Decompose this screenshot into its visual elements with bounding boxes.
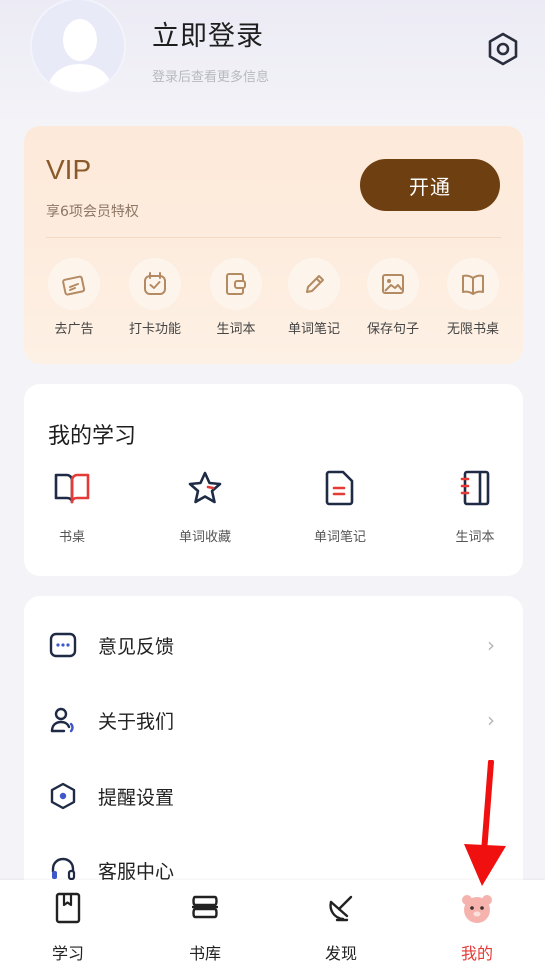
menu-label: 关于我们 [98, 710, 175, 733]
vip-card: VIP 享6项会员特权 开通 去广告 打卡功能 生词本 单词笔记 保存句子 无限… [24, 126, 523, 364]
perk-save-sentence[interactable]: 保存句子 [353, 258, 433, 337]
study-item-vocabulary[interactable]: 生词本 [420, 468, 530, 545]
pencil-icon [306, 275, 324, 293]
wallet-icon [226, 273, 246, 295]
tab-label: 我的 [460, 944, 493, 963]
study-label: 生词本 [455, 530, 495, 545]
perk-label: 生词本 [216, 322, 256, 337]
perk-label: 无限书桌 [446, 322, 499, 337]
login-title[interactable]: 立即登录 [152, 14, 264, 53]
chevron-right-icon: › [487, 708, 495, 732]
red-arrow-annotation [464, 760, 506, 886]
perk-word-notes[interactable]: 单词笔记 [274, 258, 354, 337]
hexagon-icon [50, 782, 76, 810]
star-icon [188, 471, 222, 504]
study-icon [55, 892, 81, 924]
perk-label: 保存句子 [366, 322, 419, 337]
perk-vocabulary[interactable]: 生词本 [196, 258, 276, 337]
tab-discover[interactable]: 发现 [301, 890, 381, 964]
tab-label: 学习 [51, 944, 84, 963]
study-title: 我的学习 [48, 424, 137, 449]
tab-library[interactable]: 书库 [165, 890, 245, 964]
vip-divider [46, 237, 501, 238]
bottom-tab-bar: 学习 书库 发现 我的 [0, 880, 545, 970]
vip-perks: 去广告 打卡功能 生词本 单词笔记 保存句子 无限书桌 [24, 258, 523, 348]
tab-label: 书库 [188, 944, 221, 963]
menu-label: 意见反馈 [98, 635, 175, 658]
checkin-icon [144, 272, 166, 295]
perk-label: 单词笔记 [287, 322, 340, 337]
study-item-desk[interactable]: 书桌 [17, 468, 127, 545]
avatar-silhouette-icon [32, 0, 124, 92]
tab-label: 发现 [324, 944, 357, 963]
discover-icon [329, 895, 353, 922]
notebook-icon [460, 470, 490, 506]
ad-icon [62, 275, 86, 296]
perk-label: 打卡功能 [128, 322, 181, 337]
vip-subtitle: 享6项会员特权 [46, 204, 139, 220]
book-icon [462, 274, 484, 295]
study-label: 单词笔记 [313, 530, 366, 545]
menu-label: 提醒设置 [98, 786, 175, 809]
user-icon [50, 707, 74, 733]
perk-label: 去广告 [54, 322, 94, 337]
image-icon [382, 274, 404, 294]
study-item-favorites[interactable]: 单词收藏 [150, 468, 260, 545]
login-subtitle: 登录后查看更多信息 [152, 70, 270, 85]
study-item-notes[interactable]: 单词笔记 [285, 468, 395, 545]
tab-study[interactable]: 学习 [28, 890, 108, 964]
perk-checkin[interactable]: 打卡功能 [115, 258, 195, 337]
vip-title: VIP [46, 154, 92, 185]
menu-row-reminder[interactable]: 提醒设置 [24, 766, 523, 826]
vip-open-button[interactable]: 开通 [360, 159, 500, 211]
feedback-icon [49, 632, 77, 658]
bear-icon [462, 895, 492, 923]
tab-mine[interactable]: 我的 [437, 890, 517, 964]
menu-row-about[interactable]: 关于我们 › [24, 690, 523, 750]
perk-remove-ads[interactable]: 去广告 [34, 258, 114, 337]
library-icon [192, 895, 218, 919]
book-open-icon [54, 473, 90, 504]
chevron-right-icon: › [487, 633, 495, 657]
avatar[interactable] [30, 0, 126, 94]
my-study-card: 我的学习 书桌 单词收藏 单词笔记 生词本 [24, 384, 523, 576]
note-icon [325, 470, 354, 506]
menu-row-feedback[interactable]: 意见反馈 › [24, 615, 523, 675]
perk-unlimited-desk[interactable]: 无限书桌 [433, 258, 513, 337]
settings-button[interactable] [484, 30, 522, 68]
study-label: 单词收藏 [178, 530, 231, 545]
gear-icon [488, 32, 518, 66]
study-label: 书桌 [58, 530, 85, 545]
